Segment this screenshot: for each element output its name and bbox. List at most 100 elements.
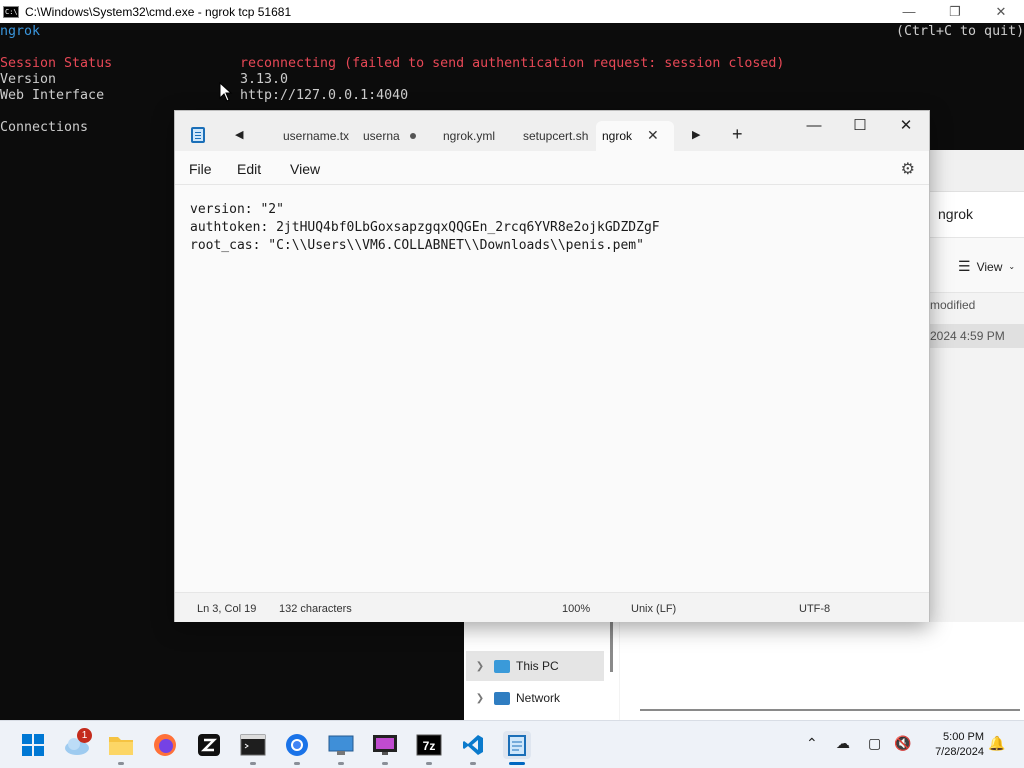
explorer-view-button[interactable]: ☰ View ⌄ <box>958 258 1015 275</box>
notepad-minimize-button[interactable]: — <box>791 111 837 139</box>
unsaved-indicator-icon <box>410 133 416 139</box>
notepad-menubar: File Edit View ⚙ <box>175 151 929 185</box>
cmd-window-title: C:\Windows\System32\cmd.exe - ngrok tcp … <box>25 4 292 19</box>
remote-desktop-icon <box>328 735 354 755</box>
terminal-button[interactable] <box>239 731 267 759</box>
file-row[interactable]: 2024 4:59 PM <box>930 324 1024 348</box>
menu-view[interactable]: View <box>290 161 320 177</box>
content-horizontal-scrollbar[interactable] <box>640 709 1020 711</box>
remote-desktop-button[interactable] <box>327 731 355 759</box>
gear-icon[interactable]: ⚙ <box>901 159 915 179</box>
session-status-value: reconnecting (failed to send authenticat… <box>240 56 785 71</box>
tab-userna[interactable]: userna <box>357 121 427 151</box>
chevron-right-icon: ❯ <box>475 692 485 704</box>
chevron-down-icon: ⌄ <box>1008 262 1016 271</box>
browser-icon <box>286 734 308 756</box>
svg-text:7z: 7z <box>423 739 436 753</box>
editor-line: root_cas: "C:\\Users\\VM6.COLLABNET\\Dow… <box>190 238 644 253</box>
firefox-button[interactable] <box>151 731 179 759</box>
cursor-position: Ln 3, Col 19 <box>197 603 257 615</box>
encoding[interactable]: UTF-8 <box>799 603 830 615</box>
column-header-modified[interactable]: modified <box>930 298 975 312</box>
notepad-maximize-button[interactable]: ☐ <box>837 111 883 139</box>
menu-edit[interactable]: Edit <box>237 161 261 177</box>
chevron-right-icon: ❯ <box>475 660 485 672</box>
monitor-icon <box>494 659 510 673</box>
running-indicator <box>294 762 300 765</box>
ngrok-quit-hint: (Ctrl+C to quit) <box>896 24 1024 39</box>
notepad-window[interactable]: ◀ username.tx userna ngrok.yml setupcert… <box>174 110 930 622</box>
connections-label: Connections <box>0 120 89 135</box>
nav-item-label: This PC <box>516 659 559 673</box>
web-interface-value: http://127.0.0.1:4040 <box>240 88 409 103</box>
line-ending[interactable]: Unix (LF) <box>631 603 676 615</box>
tab-label: setupcert.sh <box>523 129 589 143</box>
ngrok-header-title: ngrok <box>0 24 41 39</box>
cmd-maximize-button[interactable]: ❐ <box>932 0 978 23</box>
zed-button[interactable] <box>195 731 223 759</box>
tab-label: userna <box>363 129 400 143</box>
running-indicator <box>426 762 432 765</box>
cmd-app-icon: C:\ <box>3 5 19 18</box>
system-clock[interactable]: 5:00 PM 7/28/2024 <box>935 730 984 760</box>
clock-time: 5:00 PM <box>943 731 984 743</box>
explorer-view-label: View <box>976 259 1003 274</box>
zed-app-icon <box>198 734 220 756</box>
notepad-close-button[interactable]: ✕ <box>883 111 929 139</box>
zoom-level[interactable]: 100% <box>562 603 590 615</box>
cmd-titlebar[interactable]: C:\ C:\Windows\System32\cmd.exe - ngrok … <box>0 0 1024 23</box>
cmd-close-button[interactable]: ✕ <box>978 0 1024 23</box>
tab-ngrok-yml[interactable]: ngrok.yml <box>437 121 513 151</box>
running-indicator <box>338 762 344 765</box>
tab-label: ngrok <box>602 129 633 143</box>
volume-muted-icon[interactable]: 🔇 <box>894 735 911 752</box>
file-explorer-button[interactable] <box>107 731 135 759</box>
version-label: Version <box>0 72 57 87</box>
notepad-text-area[interactable]: version: "2" authtoken: 2jtHUQ4bf0LbGoxs… <box>175 186 929 591</box>
tab-setupcert-sh[interactable]: setupcert.sh <box>517 121 595 151</box>
editor-line: authtoken: 2jtHUQ4bf0LbGoxsapzgqxQQGEn_2… <box>190 220 660 235</box>
notepad-tab-strip: ◀ username.tx userna ngrok.yml setupcert… <box>175 111 929 151</box>
menu-file[interactable]: File <box>189 161 212 177</box>
vscode-button[interactable] <box>459 731 487 759</box>
7zip-icon: 7z <box>416 734 442 756</box>
chrome-button[interactable] <box>283 731 311 759</box>
display-app-button[interactable] <box>371 731 399 759</box>
list-view-icon: ☰ <box>958 258 971 274</box>
notification-bell-icon[interactable]: 🔔 <box>988 735 1005 752</box>
vscode-icon <box>463 735 483 755</box>
tab-ngrok-active[interactable]: ngrok <box>596 121 674 151</box>
notepad-icon <box>508 735 526 756</box>
notepad-taskbar-button[interactable] <box>503 731 531 759</box>
editor-line: version: "2" <box>190 202 284 217</box>
onedrive-offline-icon[interactable]: ☁ <box>836 735 850 752</box>
running-indicator <box>470 762 476 765</box>
notepad-app-icon <box>191 127 205 143</box>
terminal-icon <box>240 734 266 756</box>
notification-badge: 1 <box>77 728 92 743</box>
explorer-address-bar[interactable]: ngrok <box>930 192 1024 237</box>
running-indicator <box>250 762 256 765</box>
web-interface-label: Web Interface <box>0 88 105 103</box>
taskbar: 7z ⌃ ☁ ▢ 🔇 5:00 PM 7/28/2024 🔔 <box>0 720 1024 768</box>
scroll-tabs-left-icon[interactable]: ◀ <box>235 128 243 141</box>
network-icon <box>494 691 510 705</box>
windows-logo-icon <box>22 734 44 756</box>
tab-close-icon[interactable]: ✕ <box>647 127 659 144</box>
scroll-tabs-right-icon[interactable]: ▶ <box>692 128 700 141</box>
running-indicator <box>382 762 388 765</box>
mouse-cursor-icon <box>219 82 233 102</box>
session-status-label: Session Status <box>0 56 113 71</box>
nav-item-network[interactable]: ❯ Network <box>466 683 604 713</box>
tab-username-txt[interactable]: username.tx <box>277 121 355 151</box>
show-hidden-icons-chevron-up-icon[interactable]: ⌃ <box>806 735 818 752</box>
network-icon[interactable]: ▢ <box>868 735 881 752</box>
7zip-button[interactable]: 7z <box>415 731 443 759</box>
folder-icon <box>109 737 133 755</box>
cmd-minimize-button[interactable]: — <box>886 0 932 23</box>
nav-pane-scrollbar[interactable] <box>610 622 613 672</box>
nav-item-this-pc[interactable]: ❯ This PC <box>466 651 604 681</box>
new-tab-icon[interactable]: + <box>732 124 743 145</box>
nav-item-label: Network <box>516 691 561 705</box>
start-button[interactable] <box>19 731 47 759</box>
